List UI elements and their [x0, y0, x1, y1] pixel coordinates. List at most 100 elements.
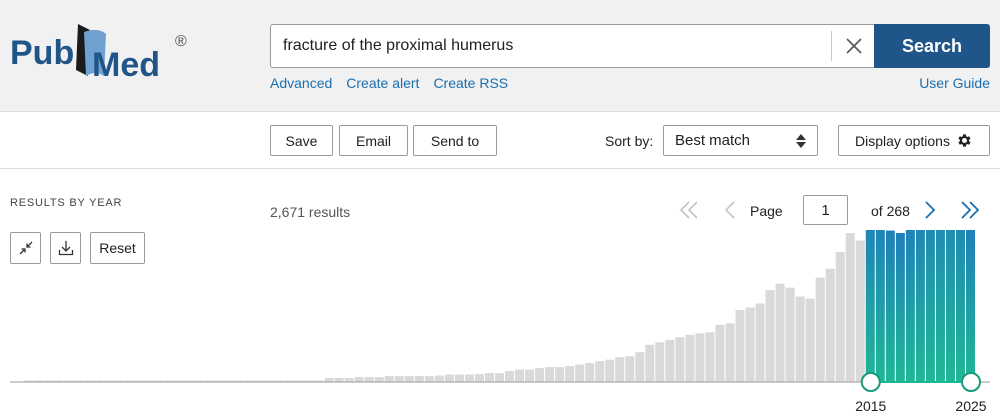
year-bar[interactable] [575, 364, 585, 382]
year-bar[interactable] [885, 230, 895, 382]
previous-page-button[interactable] [717, 197, 743, 223]
year-bar[interactable] [515, 369, 525, 382]
year-bar[interactable] [334, 378, 344, 382]
year-bar[interactable] [945, 230, 955, 382]
sort-label: Sort by: [605, 133, 654, 149]
header: Pub Med ® Search Advanced Create alert C… [0, 0, 1000, 112]
year-bar[interactable] [424, 376, 434, 382]
year-bar[interactable] [474, 374, 484, 382]
year-bar[interactable] [845, 233, 855, 382]
year-bar[interactable] [444, 374, 454, 382]
range-end-handle[interactable] [960, 372, 981, 392]
year-bar[interactable] [434, 375, 444, 382]
year-bar[interactable] [725, 323, 735, 382]
year-bar[interactable] [685, 334, 695, 382]
year-bar[interactable] [354, 377, 364, 382]
year-bar[interactable] [705, 332, 715, 382]
year-bar[interactable] [344, 378, 354, 382]
year-bar[interactable] [965, 230, 975, 382]
save-button[interactable]: Save [270, 125, 333, 156]
year-bar[interactable] [374, 377, 384, 382]
year-bar[interactable] [875, 230, 885, 382]
year-bar[interactable] [555, 367, 565, 382]
email-button[interactable]: Email [339, 125, 408, 156]
year-bar[interactable] [545, 367, 555, 382]
page-label: Page [750, 203, 783, 219]
year-bar[interactable] [745, 307, 755, 382]
year-bar[interactable] [645, 344, 655, 382]
year-bar[interactable] [765, 290, 775, 382]
year-bar[interactable] [494, 373, 505, 382]
next-page-button[interactable] [917, 197, 943, 223]
clear-search-button[interactable] [831, 31, 875, 61]
year-bar[interactable] [384, 376, 394, 382]
year-bar[interactable] [655, 342, 665, 382]
search-button[interactable]: Search [874, 24, 990, 68]
year-bar[interactable] [825, 268, 835, 382]
year-bar[interactable] [464, 374, 474, 382]
last-page-button[interactable] [957, 197, 983, 223]
year-bar[interactable] [635, 352, 645, 382]
user-guide-link[interactable]: User Guide [919, 75, 990, 91]
results-by-year-title: RESULTS BY YEAR [10, 197, 123, 209]
year-bar[interactable] [675, 337, 685, 382]
create-alert-link[interactable]: Create alert [346, 75, 419, 91]
sort-select-value: Best match [675, 132, 751, 149]
create-rss-link[interactable]: Create RSS [433, 75, 508, 91]
close-icon [845, 38, 862, 54]
year-bar[interactable] [955, 230, 965, 382]
year-bar[interactable] [565, 366, 575, 382]
search-input[interactable] [271, 25, 829, 67]
year-bar[interactable] [585, 363, 595, 382]
year-bar[interactable] [665, 339, 675, 382]
year-bar[interactable] [454, 374, 464, 382]
year-bar[interactable] [364, 377, 374, 382]
results-by-year-chart[interactable]: 2015 2025 [0, 230, 1000, 420]
logo-pub-text: Pub [10, 34, 74, 72]
year-bar[interactable] [815, 277, 825, 382]
chevron-right-icon [925, 201, 936, 219]
year-bar[interactable] [905, 230, 915, 382]
year-bar[interactable] [735, 310, 745, 382]
logo-med-text: Med [92, 46, 160, 84]
pubmed-logo[interactable]: Pub Med ® [10, 18, 195, 88]
send-to-button[interactable]: Send to [413, 125, 497, 156]
double-chevron-left-icon [679, 201, 698, 219]
year-bar[interactable] [404, 376, 414, 382]
year-bar[interactable] [525, 369, 535, 382]
year-bar[interactable] [505, 371, 515, 382]
year-bar[interactable] [795, 296, 805, 382]
year-bar[interactable] [535, 368, 545, 382]
year-bar[interactable] [835, 251, 845, 382]
range-start-handle[interactable] [860, 372, 881, 392]
year-bar[interactable] [805, 298, 815, 382]
year-bar[interactable] [865, 230, 875, 382]
year-bar[interactable] [324, 378, 334, 382]
year-bar[interactable] [484, 373, 494, 382]
chart-bars [24, 230, 975, 382]
year-bar[interactable] [695, 333, 705, 382]
year-bar[interactable] [915, 230, 925, 382]
year-bar[interactable] [755, 303, 765, 382]
year-bar[interactable] [775, 283, 785, 382]
first-page-button[interactable] [676, 197, 702, 223]
year-bar[interactable] [615, 357, 625, 382]
advanced-link[interactable]: Advanced [270, 75, 332, 91]
year-bar[interactable] [855, 240, 865, 382]
year-bar[interactable] [595, 361, 605, 382]
year-bar[interactable] [715, 324, 725, 382]
year-bar[interactable] [895, 233, 905, 382]
year-bar[interactable] [414, 376, 424, 382]
year-bar[interactable] [625, 356, 635, 382]
chevron-left-icon [724, 201, 735, 219]
year-bar[interactable] [785, 287, 795, 382]
display-options-button[interactable]: Display options [838, 125, 990, 156]
page-number-input[interactable] [803, 195, 848, 225]
year-bar[interactable] [935, 230, 945, 382]
results-count: 2,671 results [270, 204, 351, 220]
range-end-label: 2025 [955, 398, 986, 414]
year-bar[interactable] [394, 376, 404, 382]
sort-select[interactable]: Best match [663, 125, 818, 156]
year-bar[interactable] [925, 230, 935, 382]
year-bar[interactable] [605, 359, 615, 382]
